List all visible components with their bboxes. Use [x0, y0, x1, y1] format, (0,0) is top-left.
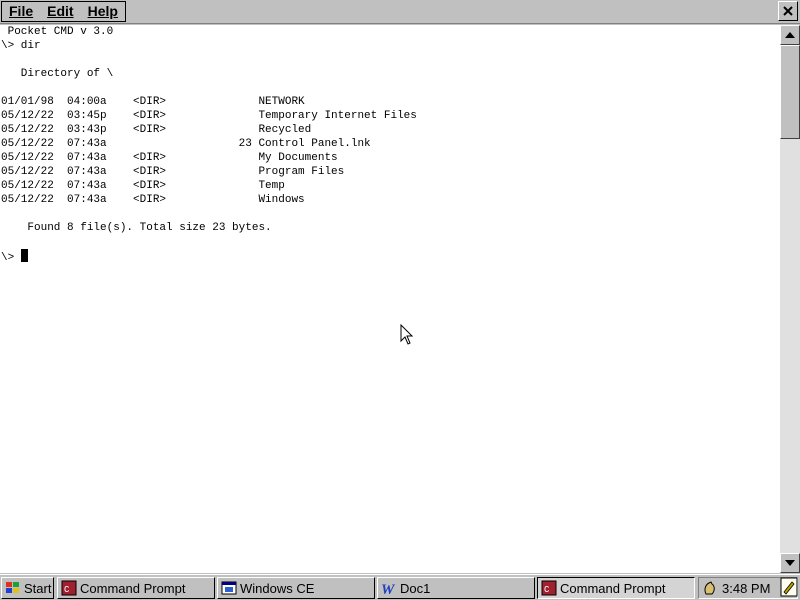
- scroll-down-button[interactable]: [780, 553, 800, 573]
- windows-logo-icon: [6, 582, 19, 593]
- battery-icon[interactable]: [702, 580, 718, 596]
- console-line: 05/12/22 07:43a <DIR> Program Files: [1, 166, 345, 178]
- menu-file[interactable]: File: [2, 2, 40, 21]
- console-line: 05/12/22 07:43a 23 Control Panel.lnk: [1, 138, 371, 150]
- mouse-pointer-icon: [400, 324, 414, 345]
- scroll-up-button[interactable]: [780, 25, 800, 45]
- console-line: 05/12/22 03:45p <DIR> Temporary Internet…: [1, 110, 417, 122]
- menu-edit[interactable]: Edit: [40, 2, 80, 21]
- scrollbar-thumb[interactable]: [780, 45, 800, 139]
- console-lines: Pocket CMD v 3.0 \> dir Directory of \ 0…: [1, 26, 417, 234]
- arrow-up-icon: [785, 32, 795, 38]
- clock[interactable]: 3:48 PM: [722, 581, 770, 596]
- console-text: Pocket CMD v 3.0 \> dir Directory of \ 0…: [0, 25, 417, 265]
- console-line: 05/12/22 07:43a <DIR> Windows: [1, 194, 305, 206]
- svg-text:W: W: [381, 582, 396, 596]
- task-windows-ce[interactable]: Windows CE: [217, 577, 375, 599]
- task-command-prompt[interactable]: C Command Prompt: [57, 577, 215, 599]
- console-line: \> dir: [1, 40, 41, 52]
- command-prompt-icon: C: [541, 580, 557, 596]
- start-label: Start: [24, 580, 52, 596]
- console-line: 05/12/22 07:43a <DIR> Temp: [1, 180, 285, 192]
- console-line: Pocket CMD v 3.0: [1, 26, 114, 38]
- start-button[interactable]: Start: [1, 577, 54, 599]
- svg-text:C: C: [64, 585, 70, 595]
- console-line: Directory of \: [1, 68, 114, 80]
- command-prompt: \>: [1, 252, 21, 264]
- task-label: Command Prompt: [80, 580, 186, 596]
- console-output[interactable]: Pocket CMD v 3.0 \> dir Directory of \ 0…: [0, 25, 780, 573]
- task-label: Doc1: [400, 580, 431, 596]
- task-doc1[interactable]: W Doc1: [377, 577, 535, 599]
- console-line: 01/01/98 04:00a <DIR> NETWORK: [1, 96, 305, 108]
- menu-bar: File Edit Help: [0, 0, 800, 24]
- text-cursor: [20, 249, 28, 262]
- task-label: Command Prompt: [560, 580, 666, 596]
- task-command-prompt-active[interactable]: C Command Prompt: [537, 577, 695, 599]
- close-button[interactable]: [778, 1, 798, 21]
- console-line: 05/12/22 07:43a <DIR> My Documents: [1, 152, 338, 164]
- menu-group: File Edit Help: [1, 1, 126, 22]
- task-label: Windows CE: [240, 580, 315, 596]
- windows-explorer-icon: [221, 581, 237, 595]
- show-desktop-icon[interactable]: [780, 577, 798, 597]
- console-line: 05/12/22 03:43p <DIR> Recycled: [1, 124, 312, 136]
- arrow-down-icon: [785, 560, 795, 566]
- vertical-scrollbar[interactable]: [780, 25, 800, 573]
- taskbar: Start C Command Prompt Windows CE W Doc1…: [0, 574, 800, 600]
- console-line: Found 8 file(s). Total size 23 bytes.: [1, 222, 272, 234]
- svg-text:C: C: [544, 585, 550, 595]
- command-prompt-icon: C: [61, 580, 77, 596]
- close-icon: [783, 6, 793, 16]
- pocket-word-icon: W: [381, 582, 396, 596]
- menu-help[interactable]: Help: [81, 2, 125, 21]
